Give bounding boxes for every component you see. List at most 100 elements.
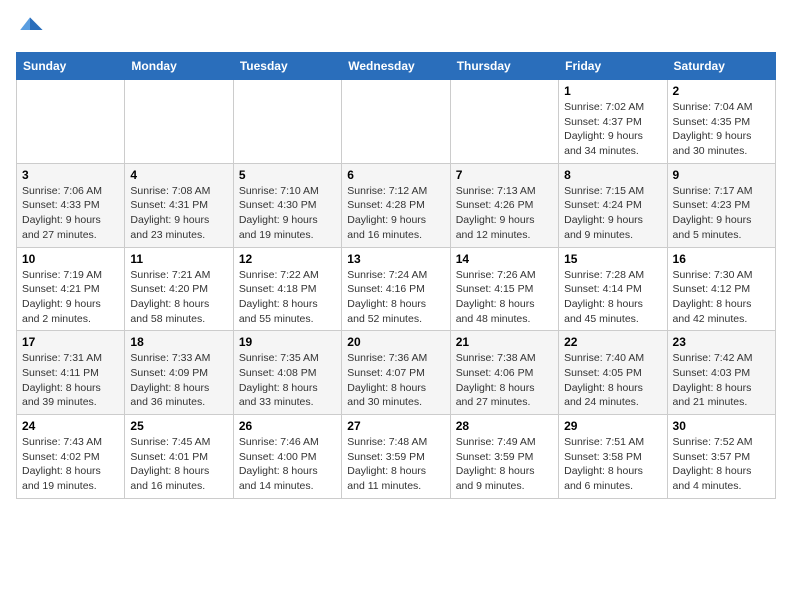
calendar-cell: 24 Sunrise: 7:43 AM Sunset: 4:02 PM Dayli…	[17, 415, 125, 499]
day-detail: Sunrise: 7:33 AM Sunset: 4:09 PM Dayligh…	[130, 351, 227, 410]
calendar-cell: 6 Sunrise: 7:12 AM Sunset: 4:28 PM Daylig…	[342, 163, 450, 247]
calendar-header-row: SundayMondayTuesdayWednesdayThursdayFrid…	[17, 53, 776, 80]
day-detail: Sunrise: 7:02 AM Sunset: 4:37 PM Dayligh…	[564, 100, 661, 159]
page-header	[16, 16, 776, 44]
day-detail: Sunrise: 7:06 AM Sunset: 4:33 PM Dayligh…	[22, 184, 119, 243]
calendar-cell: 1 Sunrise: 7:02 AM Sunset: 4:37 PM Daylig…	[559, 80, 667, 164]
day-detail: Sunrise: 7:51 AM Sunset: 3:58 PM Dayligh…	[564, 435, 661, 494]
calendar-cell: 29 Sunrise: 7:51 AM Sunset: 3:58 PM Dayli…	[559, 415, 667, 499]
day-detail: Sunrise: 7:43 AM Sunset: 4:02 PM Dayligh…	[22, 435, 119, 494]
calendar-table: SundayMondayTuesdayWednesdayThursdayFrid…	[16, 52, 776, 499]
calendar-cell: 27 Sunrise: 7:48 AM Sunset: 3:59 PM Dayli…	[342, 415, 450, 499]
calendar-cell: 20 Sunrise: 7:36 AM Sunset: 4:07 PM Dayli…	[342, 331, 450, 415]
day-number: 3	[22, 168, 119, 182]
day-number: 14	[456, 252, 553, 266]
day-number: 9	[673, 168, 770, 182]
day-number: 11	[130, 252, 227, 266]
day-number: 17	[22, 335, 119, 349]
calendar-cell: 26 Sunrise: 7:46 AM Sunset: 4:00 PM Dayli…	[233, 415, 341, 499]
calendar-cell: 14 Sunrise: 7:26 AM Sunset: 4:15 PM Dayli…	[450, 247, 558, 331]
day-detail: Sunrise: 7:36 AM Sunset: 4:07 PM Dayligh…	[347, 351, 444, 410]
calendar-cell: 7Sunrise: 7:13 AM Sunset: 4:26 PM Daylig…	[450, 163, 558, 247]
calendar-cell: 12 Sunrise: 7:22 AM Sunset: 4:18 PM Dayli…	[233, 247, 341, 331]
calendar-cell: 21 Sunrise: 7:38 AM Sunset: 4:06 PM Dayli…	[450, 331, 558, 415]
calendar-cell: 16 Sunrise: 7:30 AM Sunset: 4:12 PM Dayli…	[667, 247, 775, 331]
day-number: 19	[239, 335, 336, 349]
day-detail: Sunrise: 7:35 AM Sunset: 4:08 PM Dayligh…	[239, 351, 336, 410]
day-detail: Sunrise: 7:19 AM Sunset: 4:21 PM Dayligh…	[22, 268, 119, 327]
calendar-cell	[450, 80, 558, 164]
day-number: 22	[564, 335, 661, 349]
day-detail: Sunrise: 7:08 AM Sunset: 4:31 PM Dayligh…	[130, 184, 227, 243]
day-detail: Sunrise: 7:38 AM Sunset: 4:06 PM Dayligh…	[456, 351, 553, 410]
day-detail: Sunrise: 7:49 AM Sunset: 3:59 PM Dayligh…	[456, 435, 553, 494]
day-number: 27	[347, 419, 444, 433]
day-detail: Sunrise: 7:42 AM Sunset: 4:03 PM Dayligh…	[673, 351, 770, 410]
col-header-thursday: Thursday	[450, 53, 558, 80]
day-detail: Sunrise: 7:45 AM Sunset: 4:01 PM Dayligh…	[130, 435, 227, 494]
day-detail: Sunrise: 7:24 AM Sunset: 4:16 PM Dayligh…	[347, 268, 444, 327]
day-number: 2	[673, 84, 770, 98]
day-number: 15	[564, 252, 661, 266]
day-detail: Sunrise: 7:28 AM Sunset: 4:14 PM Dayligh…	[564, 268, 661, 327]
day-number: 13	[347, 252, 444, 266]
col-header-monday: Monday	[125, 53, 233, 80]
calendar-cell: 25Sunrise: 7:45 AM Sunset: 4:01 PM Dayli…	[125, 415, 233, 499]
day-detail: Sunrise: 7:21 AM Sunset: 4:20 PM Dayligh…	[130, 268, 227, 327]
calendar-cell	[342, 80, 450, 164]
day-number: 29	[564, 419, 661, 433]
col-header-tuesday: Tuesday	[233, 53, 341, 80]
calendar-cell: 13 Sunrise: 7:24 AM Sunset: 4:16 PM Dayli…	[342, 247, 450, 331]
calendar-week-row: 24 Sunrise: 7:43 AM Sunset: 4:02 PM Dayli…	[17, 415, 776, 499]
calendar-cell	[17, 80, 125, 164]
day-number: 28	[456, 419, 553, 433]
day-detail: Sunrise: 7:17 AM Sunset: 4:23 PM Dayligh…	[673, 184, 770, 243]
day-detail: Sunrise: 7:46 AM Sunset: 4:00 PM Dayligh…	[239, 435, 336, 494]
calendar-cell: 4 Sunrise: 7:08 AM Sunset: 4:31 PM Daylig…	[125, 163, 233, 247]
calendar-week-row: 17Sunrise: 7:31 AM Sunset: 4:11 PM Dayli…	[17, 331, 776, 415]
calendar-cell: 19 Sunrise: 7:35 AM Sunset: 4:08 PM Dayli…	[233, 331, 341, 415]
calendar-cell	[125, 80, 233, 164]
day-detail: Sunrise: 7:48 AM Sunset: 3:59 PM Dayligh…	[347, 435, 444, 494]
calendar-cell: 9 Sunrise: 7:17 AM Sunset: 4:23 PM Daylig…	[667, 163, 775, 247]
day-detail: Sunrise: 7:12 AM Sunset: 4:28 PM Dayligh…	[347, 184, 444, 243]
day-number: 1	[564, 84, 661, 98]
day-number: 7	[456, 168, 553, 182]
logo-icon	[16, 16, 44, 44]
day-number: 10	[22, 252, 119, 266]
calendar-cell: 5Sunrise: 7:10 AM Sunset: 4:30 PM Daylig…	[233, 163, 341, 247]
calendar-week-row: 3 Sunrise: 7:06 AM Sunset: 4:33 PM Daylig…	[17, 163, 776, 247]
day-detail: Sunrise: 7:52 AM Sunset: 3:57 PM Dayligh…	[673, 435, 770, 494]
day-number: 24	[22, 419, 119, 433]
day-detail: Sunrise: 7:15 AM Sunset: 4:24 PM Dayligh…	[564, 184, 661, 243]
calendar-week-row: 1 Sunrise: 7:02 AM Sunset: 4:37 PM Daylig…	[17, 80, 776, 164]
calendar-cell: 8 Sunrise: 7:15 AM Sunset: 4:24 PM Daylig…	[559, 163, 667, 247]
day-number: 8	[564, 168, 661, 182]
day-number: 20	[347, 335, 444, 349]
day-detail: Sunrise: 7:22 AM Sunset: 4:18 PM Dayligh…	[239, 268, 336, 327]
calendar-cell: 18Sunrise: 7:33 AM Sunset: 4:09 PM Dayli…	[125, 331, 233, 415]
calendar-week-row: 10 Sunrise: 7:19 AM Sunset: 4:21 PM Dayli…	[17, 247, 776, 331]
day-number: 16	[673, 252, 770, 266]
calendar-cell: 22Sunrise: 7:40 AM Sunset: 4:05 PM Dayli…	[559, 331, 667, 415]
day-number: 4	[130, 168, 227, 182]
day-detail: Sunrise: 7:04 AM Sunset: 4:35 PM Dayligh…	[673, 100, 770, 159]
day-number: 12	[239, 252, 336, 266]
day-number: 6	[347, 168, 444, 182]
calendar-cell: 3 Sunrise: 7:06 AM Sunset: 4:33 PM Daylig…	[17, 163, 125, 247]
day-number: 23	[673, 335, 770, 349]
day-detail: Sunrise: 7:30 AM Sunset: 4:12 PM Dayligh…	[673, 268, 770, 327]
calendar-cell: 15 Sunrise: 7:28 AM Sunset: 4:14 PM Dayli…	[559, 247, 667, 331]
calendar-cell: 23 Sunrise: 7:42 AM Sunset: 4:03 PM Dayli…	[667, 331, 775, 415]
calendar-cell: 11 Sunrise: 7:21 AM Sunset: 4:20 PM Dayli…	[125, 247, 233, 331]
day-number: 21	[456, 335, 553, 349]
logo	[16, 16, 48, 44]
day-detail: Sunrise: 7:10 AM Sunset: 4:30 PM Dayligh…	[239, 184, 336, 243]
col-header-wednesday: Wednesday	[342, 53, 450, 80]
day-number: 30	[673, 419, 770, 433]
day-number: 26	[239, 419, 336, 433]
col-header-saturday: Saturday	[667, 53, 775, 80]
day-detail: Sunrise: 7:26 AM Sunset: 4:15 PM Dayligh…	[456, 268, 553, 327]
calendar-cell: 28 Sunrise: 7:49 AM Sunset: 3:59 PM Dayli…	[450, 415, 558, 499]
calendar-cell: 2 Sunrise: 7:04 AM Sunset: 4:35 PM Daylig…	[667, 80, 775, 164]
